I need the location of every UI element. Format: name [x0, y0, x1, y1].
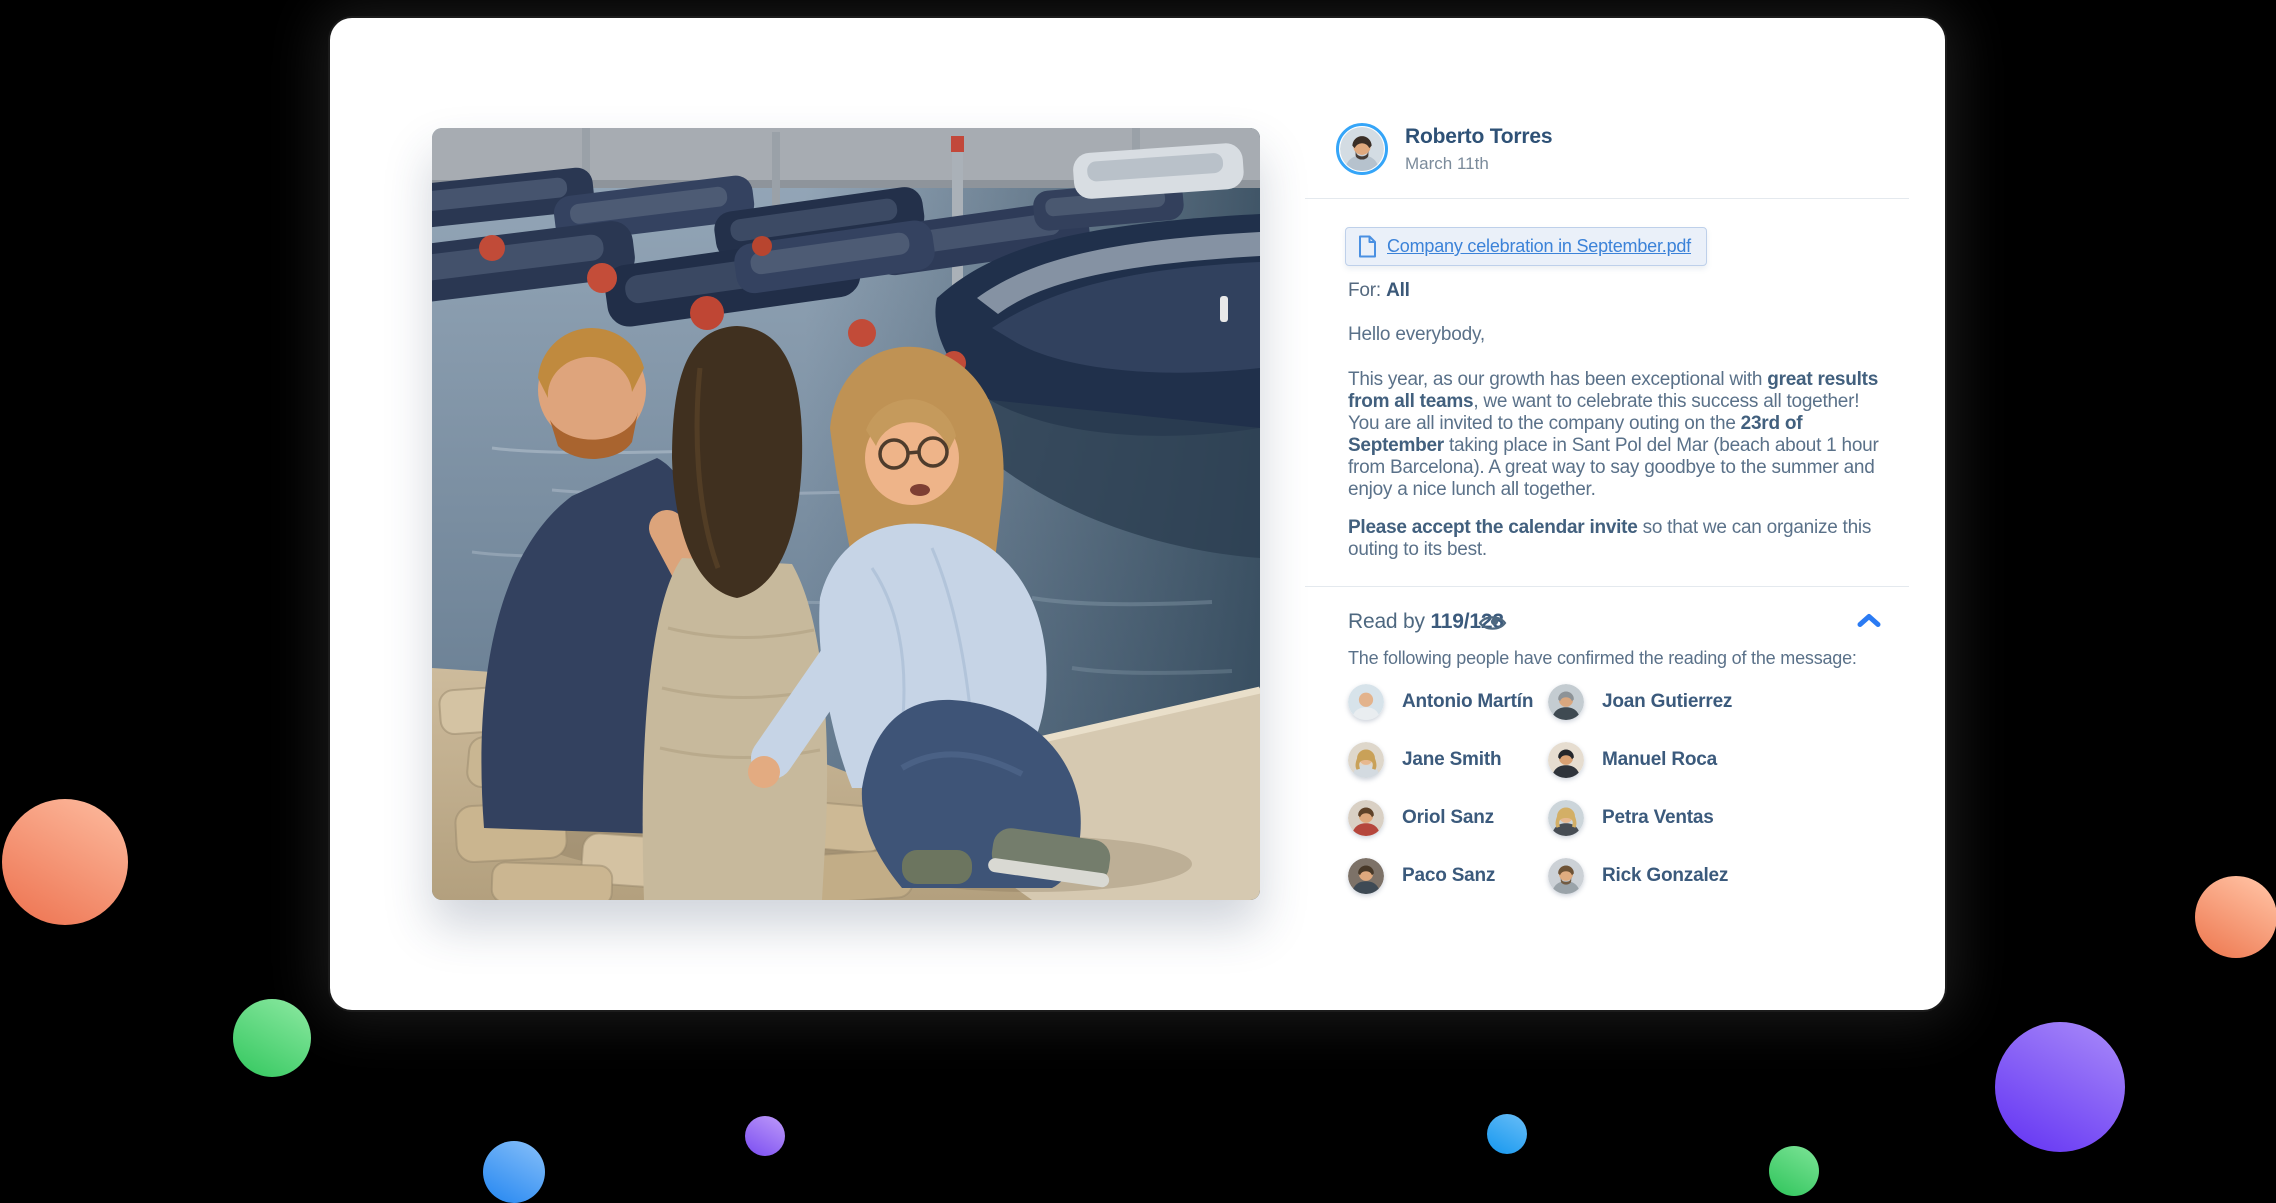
chevron-up-icon[interactable] — [1856, 612, 1882, 634]
recipients-line: For: All — [1348, 280, 1410, 302]
stage: Roberto Torres March 11th Company celebr… — [0, 0, 2276, 1202]
attachment-filename: Company celebration in September.pdf — [1387, 236, 1691, 257]
post-header: Roberto Torres March 11th — [1336, 123, 1552, 175]
author-avatar[interactable] — [1336, 123, 1388, 175]
dot-green-bottom-right — [1769, 1146, 1819, 1196]
read-by-text: Read by — [1348, 610, 1425, 633]
reader-name: Rick Gonzalez — [1602, 865, 1728, 887]
reader-item[interactable]: Antonio Martín — [1348, 684, 1533, 720]
for-label: For: — [1348, 280, 1381, 301]
reader-name: Jane Smith — [1402, 749, 1501, 771]
reader-name: Joan Gutierrez — [1602, 691, 1732, 713]
for-value: All — [1386, 280, 1410, 301]
harbor-photo-illustration — [432, 128, 1260, 900]
reader-name: Paco Sanz — [1402, 865, 1495, 887]
reader-item[interactable]: Jane Smith — [1348, 742, 1501, 778]
reader-name: Antonio Martín — [1402, 691, 1533, 713]
message-body: This year, as our growth has been except… — [1348, 369, 1882, 577]
read-by-subtitle: The following people have confirmed the … — [1348, 648, 1857, 669]
reader-avatar — [1348, 684, 1384, 720]
dot-orange-left — [2, 799, 128, 925]
reader-item[interactable]: Paco Sanz — [1348, 858, 1495, 894]
reader-avatar — [1548, 800, 1584, 836]
reader-name: Oriol Sanz — [1402, 807, 1494, 829]
dot-blue-small — [1487, 1114, 1527, 1154]
reader-avatar — [1348, 742, 1384, 778]
eye-icon — [1478, 613, 1507, 638]
author-name: Roberto Torres — [1405, 125, 1552, 149]
reader-item[interactable]: Rick Gonzalez — [1548, 858, 1728, 894]
message-divider — [1305, 586, 1909, 587]
document-icon — [1358, 235, 1377, 258]
reader-avatar — [1548, 742, 1584, 778]
reader-item[interactable]: Joan Gutierrez — [1548, 684, 1732, 720]
greeting: Hello everybody, — [1348, 324, 1485, 346]
reader-avatar — [1548, 858, 1584, 894]
post-date: March 11th — [1405, 154, 1552, 174]
reader-avatar — [1348, 858, 1384, 894]
dot-salmon-right — [2195, 876, 2276, 958]
reader-name: Petra Ventas — [1602, 807, 1714, 829]
message-paragraph: Please accept the calendar invite so tha… — [1348, 517, 1882, 561]
reader-avatar — [1348, 800, 1384, 836]
reader-item[interactable]: Oriol Sanz — [1348, 800, 1494, 836]
readers-grid: Antonio Martín Joan Gutierrez Jane Smith Ma… — [1348, 684, 1910, 898]
attachment-chip[interactable]: Company celebration in September.pdf — [1345, 227, 1707, 266]
header-divider — [1305, 198, 1909, 199]
harbor-photo — [432, 128, 1260, 900]
reader-avatar — [1548, 684, 1584, 720]
announcement-card: Roberto Torres March 11th Company celebr… — [330, 18, 1945, 1010]
dot-purple-small — [745, 1116, 785, 1156]
reader-item[interactable]: Manuel Roca — [1548, 742, 1717, 778]
dot-blue-bottom-left — [483, 1141, 545, 1203]
read-receipt-row: Read by 119/123 — [1348, 610, 1910, 640]
dot-purple-big — [1995, 1022, 2125, 1152]
reader-item[interactable]: Petra Ventas — [1548, 800, 1714, 836]
dot-green-left — [233, 999, 311, 1077]
message-paragraph: This year, as our growth has been except… — [1348, 369, 1882, 501]
reader-name: Manuel Roca — [1602, 749, 1717, 771]
